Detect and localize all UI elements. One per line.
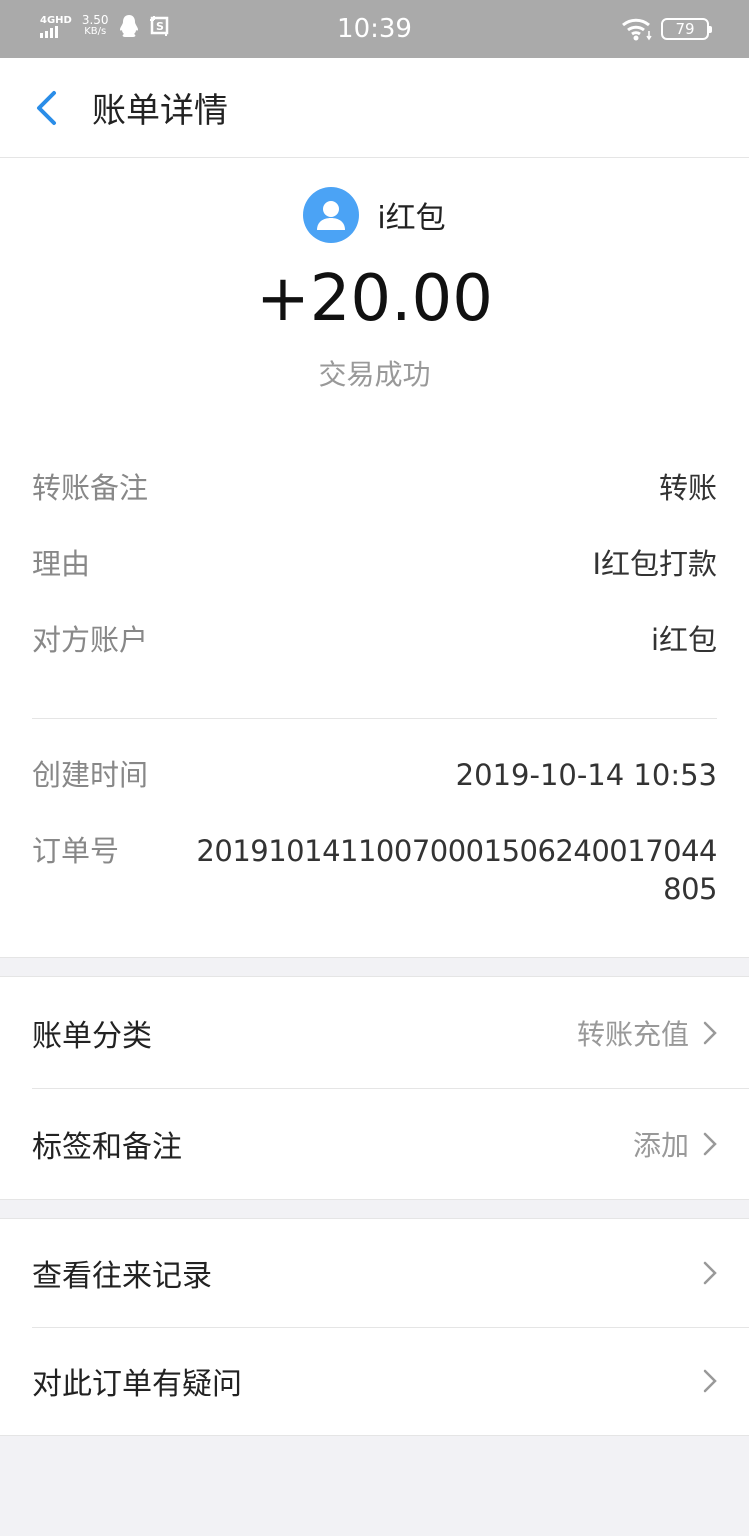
detail-row-order-number: 订单号 20191014110070001506240017044805 [32,813,718,927]
detail-value: I红包打款 [592,547,717,581]
details-group: 转账备注 转账 理由 I红包打款 对方账户 i红包 [32,450,717,700]
item-label: 账单分类 [32,1018,152,1054]
detail-value: 2019-10-14 10:53 [455,758,717,792]
item-value: 转账充值 [576,1017,689,1051]
item-label: 查看往来记录 [32,1259,212,1294]
divider [32,718,717,719]
page-title: 账单详情 [92,91,228,131]
detail-row-counterparty: 对方账户 i红包 [32,602,717,678]
chevron-right-icon [703,1261,717,1285]
detail-row-note: 转账备注 转账 [32,450,717,526]
tags-notes-item[interactable]: 标签和备注 添加 [0,1088,749,1199]
chevron-right-icon [703,1021,717,1044]
payee: i红包 [0,186,749,244]
battery-icon: 79 [661,18,712,40]
detail-label: 对方账户 [32,623,149,657]
transaction-card: i红包 +20.00 交易成功 转账备注 转账 理由 I红包打款 对方账户 i红… [0,158,749,957]
item-label: 对此订单有疑问 [32,1367,242,1402]
bill-category-item[interactable]: 账单分类 转账充值 [0,977,749,1088]
user-avatar-icon [303,187,360,243]
detail-row-created-time: 创建时间 2019-10-14 10:53 [32,737,717,813]
detail-value: 转账 [658,471,717,505]
transaction-header: i红包 +20.00 交易成功 [0,158,749,392]
settings-list: 账单分类 转账充值 标签和备注 添加 [0,977,749,1199]
nav-bar: 账单详情 [0,58,749,158]
wifi-icon [622,18,652,41]
detail-value: i红包 [650,623,717,657]
chevron-right-icon [703,1132,717,1155]
chevron-left-icon [37,90,56,125]
detail-label: 创建时间 [32,758,149,792]
meta-group: 创建时间 2019-10-14 10:53 订单号 20191014110070… [32,737,718,957]
detail-label: 转账备注 [32,471,149,505]
chevron-right-icon [703,1369,717,1393]
order-question-item[interactable]: 对此订单有疑问 [0,1327,749,1435]
detail-label: 理由 [32,547,91,581]
item-label: 标签和备注 [32,1129,182,1165]
payee-name: i红包 [377,201,446,236]
actions-list: 查看往来记录 对此订单有疑问 [0,1219,749,1435]
view-history-item[interactable]: 查看往来记录 [0,1219,749,1327]
section-gap [0,957,749,977]
transaction-status: 交易成功 [318,358,431,391]
order-number: 20191014110070001506240017044805 [196,834,717,906]
status-bar: 4GHD 3.50 KB/s S 10:39 79 [0,0,749,58]
section-gap [0,1199,749,1219]
detail-label: 订单号 [32,834,120,868]
item-value: 添加 [632,1128,689,1162]
amount: +20.00 [256,262,493,336]
battery-level: 79 [675,20,695,38]
detail-row-reason: 理由 I红包打款 [32,526,717,602]
list-bottom-border [0,1435,749,1436]
back-button[interactable] [16,58,76,158]
